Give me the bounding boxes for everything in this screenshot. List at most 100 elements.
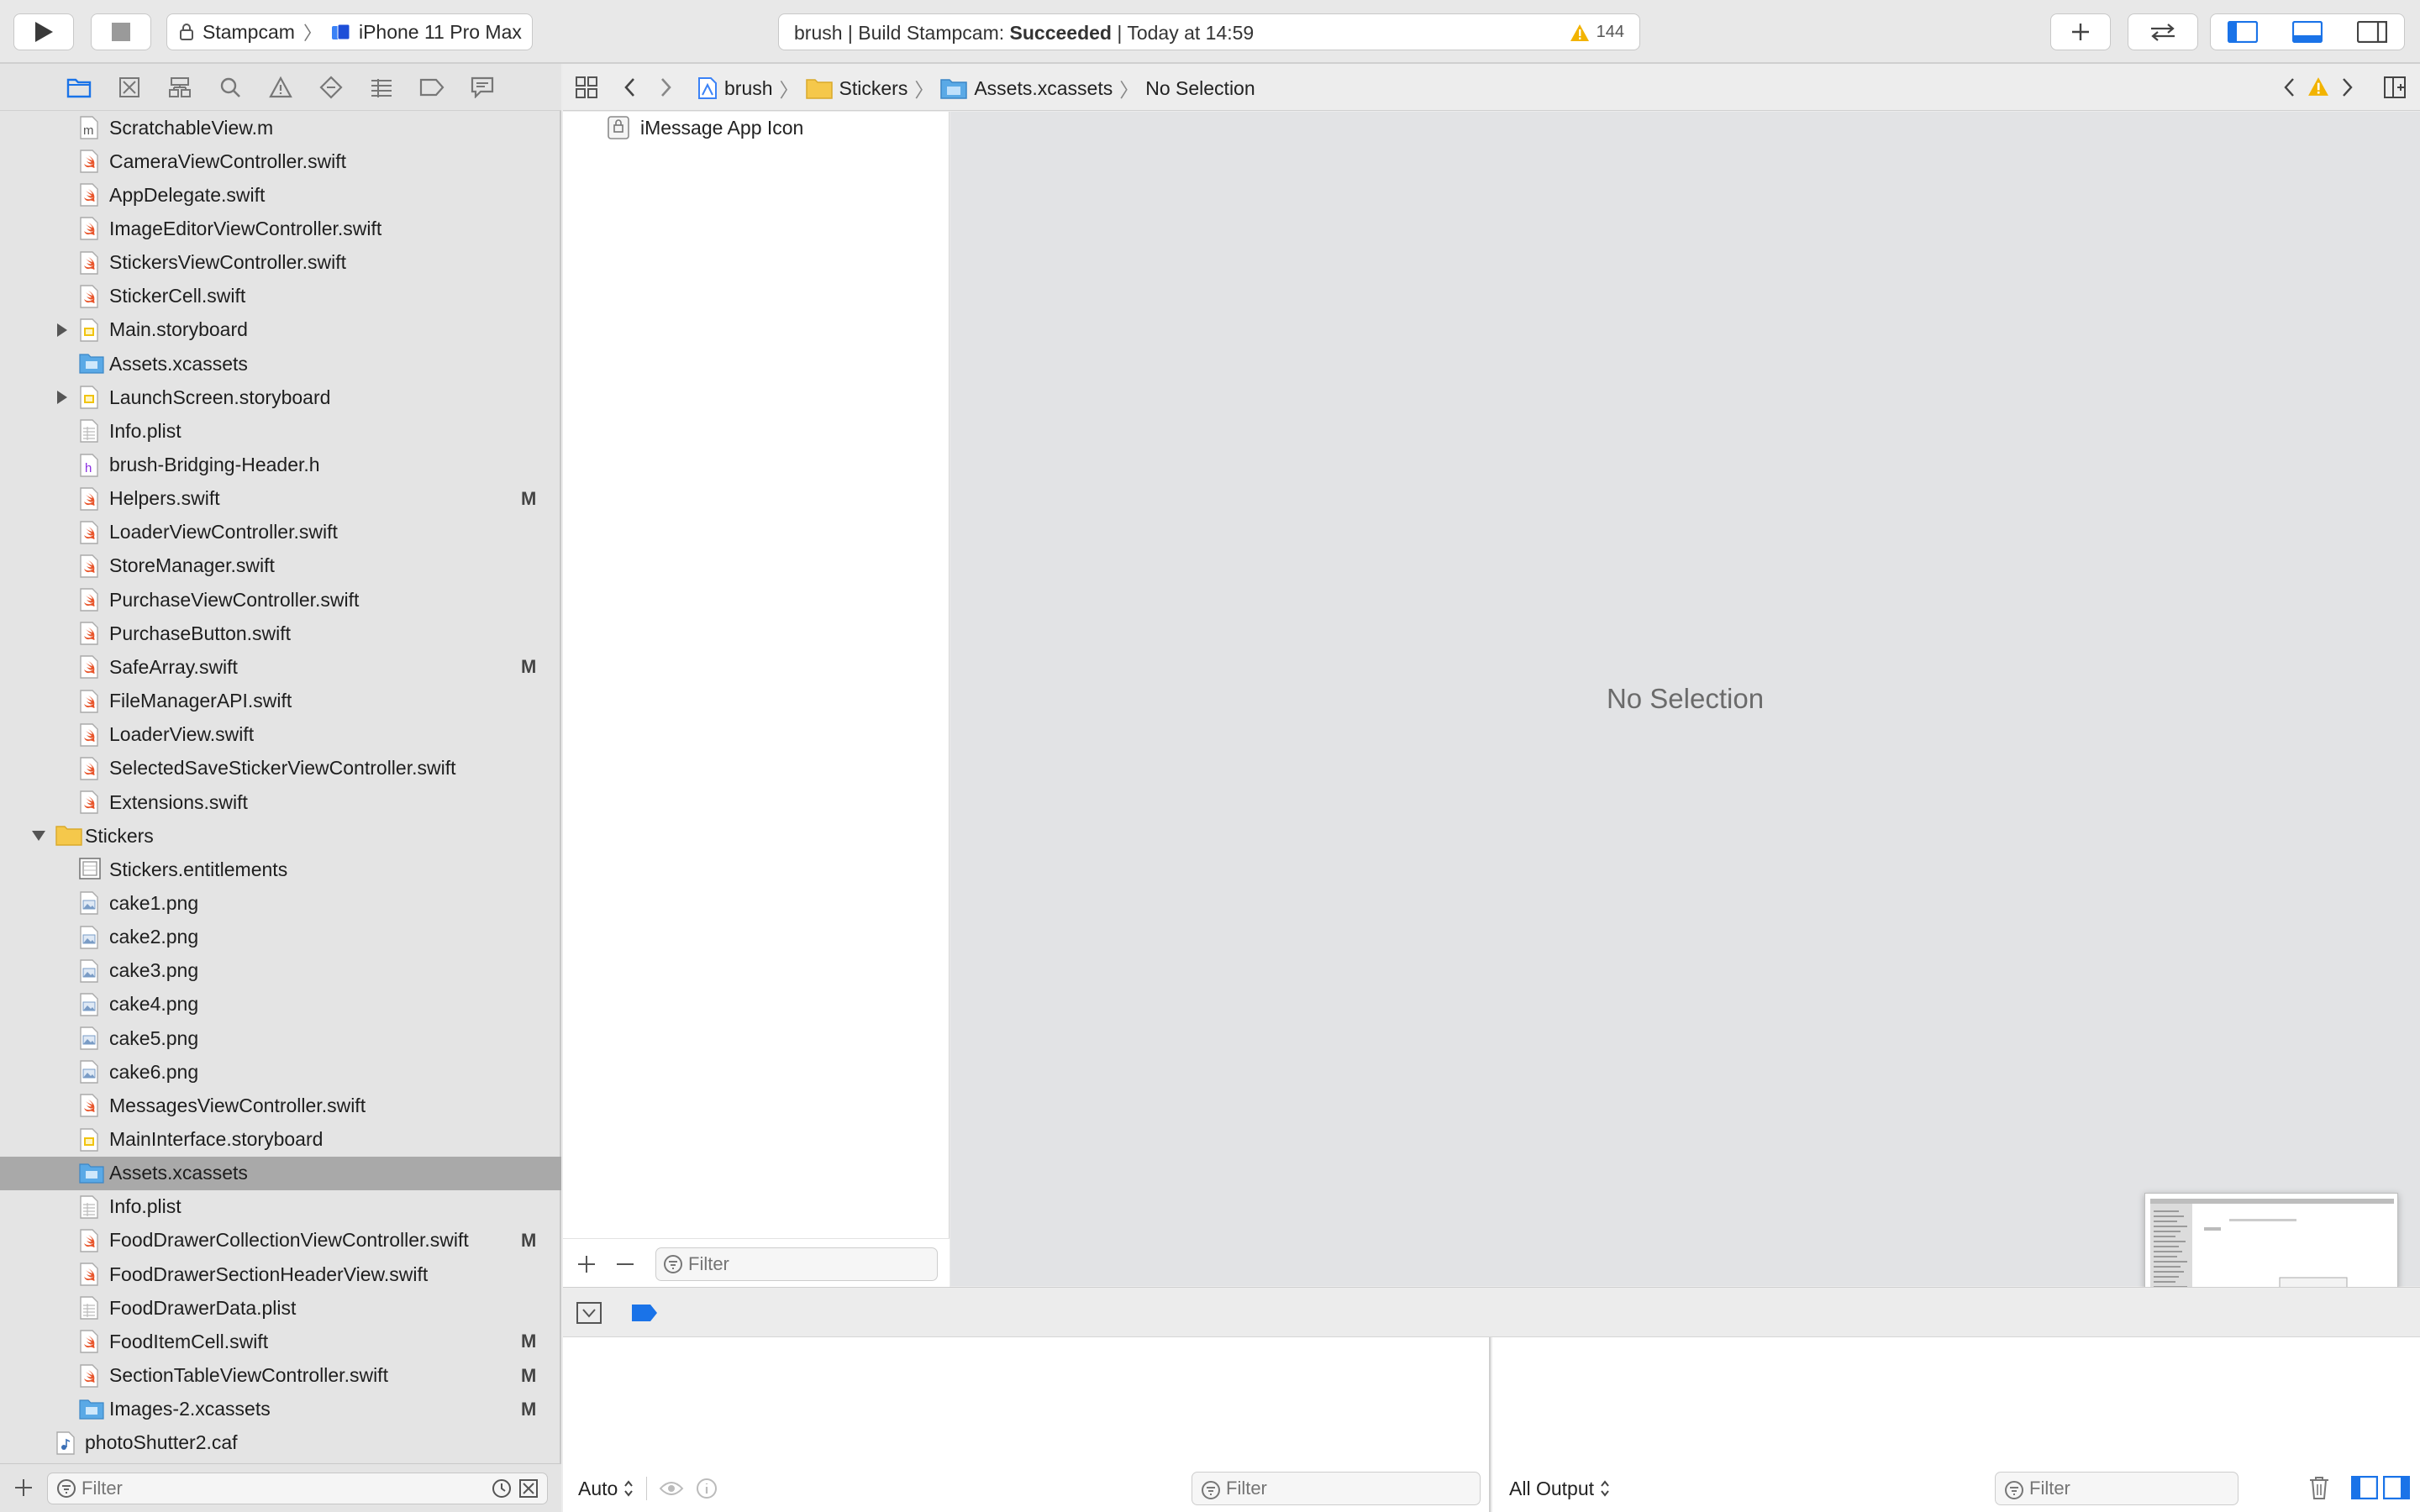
toggle-inspector-icon[interactable]	[2356, 21, 2387, 43]
file-row[interactable]: cake3.png	[0, 954, 561, 988]
go-back-icon[interactable]	[622, 76, 639, 99]
stop-button[interactable]	[91, 13, 151, 50]
file-row[interactable]: FileManagerAPI.swift	[0, 685, 561, 718]
file-row[interactable]: Info.plist	[0, 1190, 561, 1224]
file-row[interactable]: photoShutter2.caf	[0, 1426, 561, 1460]
breadcrumb-project[interactable]: brush	[697, 76, 773, 100]
file-row[interactable]: PurchaseButton.swift	[0, 617, 561, 650]
file-row[interactable]: FoodItemCell.swift M	[0, 1325, 561, 1358]
scm-filter-icon[interactable]	[518, 1478, 539, 1499]
add-editor-icon[interactable]	[2383, 76, 2407, 99]
variables-filter-field[interactable]	[1192, 1472, 1481, 1505]
file-row[interactable]: ImageEditorViewController.swift	[0, 212, 561, 245]
split-console-left-icon[interactable]	[2351, 1476, 2378, 1499]
file-row[interactable]: AppDelegate.swift	[0, 178, 561, 212]
tab-breakpoint-navigator[interactable]	[417, 72, 447, 102]
console-filter-field[interactable]	[1995, 1472, 2238, 1505]
issue-warning-icon[interactable]	[2307, 76, 2329, 97]
activity-status[interactable]: brush | Build Stampcam: Succeeded | Toda…	[778, 13, 1640, 50]
swift-file-icon	[79, 554, 99, 578]
file-row[interactable]: Extensions.swift	[0, 785, 561, 819]
file-row[interactable]: Info.plist	[0, 414, 561, 448]
asset-filter-field[interactable]	[655, 1247, 938, 1281]
quick-look-eye-icon[interactable]	[659, 1480, 684, 1497]
popup-chevrons-icon[interactable]	[623, 1479, 634, 1498]
disclosure-closed-icon[interactable]	[54, 322, 71, 339]
split-console-right-icon[interactable]	[2383, 1476, 2410, 1499]
file-row[interactable]: LoaderView.swift	[0, 718, 561, 752]
file-row[interactable]: LaunchScreen.storyboard	[0, 381, 561, 414]
file-row[interactable]: Helpers.swift M	[0, 482, 561, 516]
tab-source-control[interactable]	[114, 72, 145, 102]
breadcrumb-asset-catalog[interactable]: Assets.xcassets	[940, 77, 1113, 100]
file-row[interactable]: SafeArray.swift M	[0, 650, 561, 684]
file-row[interactable]: cake5.png	[0, 1021, 561, 1055]
run-button[interactable]	[13, 13, 74, 50]
remove-asset-icon[interactable]	[615, 1254, 635, 1274]
file-row[interactable]: MainInterface.storyboard	[0, 1123, 561, 1157]
file-row[interactable]: cake4.png	[0, 988, 561, 1021]
breadcrumb-selection[interactable]: No Selection	[1145, 77, 1255, 100]
file-row[interactable]: StoreManager.swift	[0, 549, 561, 583]
file-row[interactable]: StickerCell.swift	[0, 280, 561, 313]
file-row[interactable]: Stickers.entitlements	[0, 853, 561, 886]
file-row[interactable]: LoaderViewController.swift	[0, 516, 561, 549]
previous-issue-icon[interactable]	[2282, 76, 2297, 99]
toggle-navigator-icon[interactable]	[2228, 21, 2259, 43]
file-row[interactable]: FoodDrawerData.plist	[0, 1291, 561, 1325]
tab-issue-navigator[interactable]	[266, 72, 296, 102]
tab-project-navigator[interactable]	[64, 72, 94, 102]
group-row[interactable]: Stickers	[0, 819, 561, 853]
variables-filter-input[interactable]	[1226, 1477, 1394, 1500]
file-row[interactable]: Assets.xcassets	[0, 1156, 561, 1190]
code-review-button[interactable]	[2128, 13, 2198, 50]
file-row[interactable]: MessagesViewController.swift	[0, 1089, 561, 1122]
next-issue-icon[interactable]	[2339, 76, 2354, 99]
asset-item-imessage-app-icon[interactable]: iMessage App Icon	[607, 115, 803, 140]
console-filter-input[interactable]	[2029, 1477, 2197, 1500]
warning-indicator[interactable]: 144	[1570, 23, 1624, 42]
file-row[interactable]: PurchaseViewController.swift	[0, 583, 561, 617]
file-row[interactable]: cake6.png	[0, 1055, 561, 1089]
popup-chevrons-icon[interactable]	[1599, 1479, 1611, 1498]
tab-report-navigator[interactable]	[467, 72, 497, 102]
info-icon[interactable]	[696, 1478, 718, 1499]
related-items-icon[interactable]	[575, 76, 598, 99]
file-row[interactable]: h brush-Bridging-Header.h	[0, 449, 561, 482]
file-row[interactable]: Main.storyboard	[0, 313, 561, 347]
tab-debug-navigator[interactable]	[366, 72, 397, 102]
disclosure-open-icon[interactable]	[30, 827, 47, 844]
recent-files-icon[interactable]	[492, 1478, 512, 1499]
file-row[interactable]: cake2.png	[0, 921, 561, 954]
scheme-selector[interactable]: Stampcam 〉 iPhone 11 Pro Max	[166, 13, 533, 50]
file-row[interactable]: m ScratchableView.m	[0, 111, 561, 144]
file-row[interactable]: Images-2.xcassets M	[0, 1393, 561, 1426]
asset-filter-input[interactable]	[688, 1252, 923, 1276]
disclosure-closed-icon[interactable]	[54, 389, 71, 406]
file-row[interactable]: Assets.xcassets	[0, 347, 561, 381]
tab-symbol-navigator[interactable]	[165, 72, 195, 102]
trash-icon[interactable]	[2307, 1475, 2331, 1500]
go-forward-icon[interactable]	[657, 76, 674, 99]
toggle-debug-area-icon[interactable]	[2291, 21, 2323, 43]
asset-editor-canvas[interactable]: No Selection	[950, 112, 2420, 1286]
breakpoints-toggle-icon[interactable]	[630, 1303, 659, 1323]
file-row[interactable]: FoodDrawerSectionHeaderView.swift	[0, 1257, 561, 1291]
file-row[interactable]: CameraViewController.swift	[0, 144, 561, 178]
navigator-filter-input[interactable]	[82, 1477, 468, 1500]
file-row[interactable]: SelectedSaveStickerViewController.swift	[0, 752, 561, 785]
add-file-icon[interactable]	[13, 1478, 34, 1498]
file-row[interactable]: SectionTableViewController.swift M	[0, 1359, 561, 1393]
tab-find-navigator[interactable]	[215, 72, 245, 102]
navigator-filter-field[interactable]	[47, 1473, 548, 1504]
file-row[interactable]: StickersViewController.swift	[0, 246, 561, 280]
hide-debug-area-icon[interactable]	[576, 1302, 602, 1324]
console-output-popup[interactable]: All Output	[1509, 1478, 1594, 1500]
file-row[interactable]: cake1.png	[0, 886, 561, 920]
add-asset-icon[interactable]	[576, 1254, 597, 1274]
variables-mode-popup[interactable]: Auto	[578, 1478, 618, 1500]
file-row[interactable]: FoodDrawerCollectionViewController.swift…	[0, 1224, 561, 1257]
breadcrumb-group[interactable]: Stickers	[805, 77, 908, 100]
tab-test-navigator[interactable]	[316, 72, 346, 102]
library-button[interactable]	[2050, 13, 2111, 50]
